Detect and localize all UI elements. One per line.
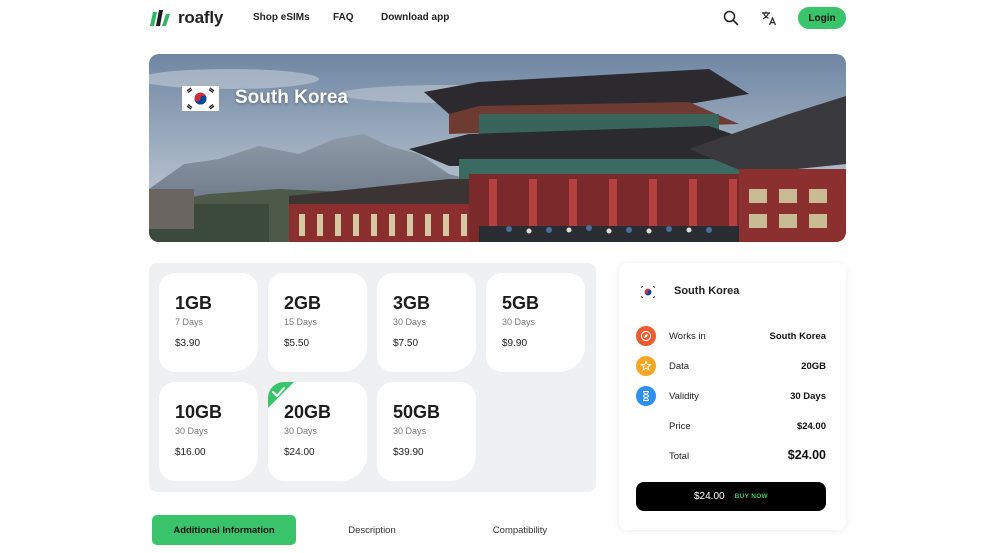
hero-country-title: South Korea bbox=[235, 87, 348, 108]
plan-price: $7.50 bbox=[393, 338, 419, 349]
plan-card-1gb[interactable]: 1GB 7 Days $3.90 bbox=[159, 273, 258, 372]
plan-validity: 30 Days bbox=[393, 317, 427, 327]
tab-additional-information[interactable]: Additional Information bbox=[152, 515, 296, 545]
tab-description[interactable]: Description bbox=[300, 515, 444, 545]
summary-value: 30 Days bbox=[790, 391, 826, 402]
summary-value: $24.00 bbox=[796, 421, 826, 432]
buy-now-button[interactable]: $24.00 BUY NOW bbox=[636, 482, 826, 511]
plan-data: 1GB bbox=[175, 293, 213, 313]
logo-mark-icon bbox=[150, 10, 172, 26]
plan-validity: 30 Days bbox=[502, 317, 536, 327]
brand-logo[interactable]: roafly bbox=[150, 8, 223, 28]
nav-download-app[interactable]: Download app bbox=[381, 12, 449, 23]
hero-banner: South Korea bbox=[149, 54, 846, 242]
plan-price: $3.90 bbox=[175, 338, 201, 349]
nav-faq[interactable]: FAQ bbox=[333, 12, 354, 23]
translate-icon[interactable] bbox=[759, 8, 779, 28]
plan-data: 20GB bbox=[284, 402, 332, 422]
summary-value: 20GB bbox=[801, 361, 826, 372]
plan-card-20gb-selected[interactable]: 20GB 30 Days $24.00 bbox=[268, 382, 367, 481]
plan-validity: 15 Days bbox=[284, 317, 318, 327]
summary-country: South Korea bbox=[674, 285, 740, 297]
summary-row-price: Price $24.00 bbox=[619, 416, 846, 438]
plan-price: $9.90 bbox=[502, 338, 528, 349]
nav-shop-esims[interactable]: Shop eSIMs bbox=[253, 12, 310, 23]
summary-row-data: Data 20GB bbox=[619, 356, 846, 378]
plan-data: 10GB bbox=[175, 402, 223, 422]
brand-name: roafly bbox=[178, 8, 224, 27]
hero-flag-south-korea-icon bbox=[182, 86, 219, 111]
summary-label: Data bbox=[669, 361, 690, 372]
plan-card-5gb[interactable]: 5GB 30 Days $9.90 bbox=[486, 273, 585, 372]
plan-validity: 30 Days bbox=[284, 426, 318, 436]
hourglass-icon bbox=[636, 386, 656, 406]
plans-panel: 1GB 7 Days $3.90 2GB 15 Days $5.50 3GB 3… bbox=[149, 263, 596, 492]
summary-value: South Korea bbox=[769, 331, 826, 342]
plan-card-10gb[interactable]: 10GB 30 Days $16.00 bbox=[159, 382, 258, 481]
plan-data: 3GB bbox=[393, 293, 431, 313]
top-header: roafly Shop eSIMs FAQ Download app Login bbox=[0, 0, 1000, 36]
summary-label: Works in bbox=[669, 331, 706, 342]
plan-card-2gb[interactable]: 2GB 15 Days $5.50 bbox=[268, 273, 367, 372]
summary-label: Validity bbox=[669, 391, 699, 402]
plan-price: $24.00 bbox=[284, 447, 315, 458]
plan-price: $16.00 bbox=[175, 447, 206, 458]
summary-label: Total bbox=[669, 451, 690, 462]
summary-row-validity: Validity 30 Days bbox=[619, 386, 846, 408]
summary-row-total: Total $24.00 bbox=[619, 446, 846, 468]
summary-row-works-in: Works in South Korea bbox=[619, 326, 846, 348]
plan-data: 2GB bbox=[284, 293, 322, 313]
summary-total-value: $24.00 bbox=[787, 448, 826, 462]
compass-icon bbox=[636, 326, 656, 346]
summary-label: Price bbox=[669, 421, 691, 432]
plan-data: 50GB bbox=[393, 402, 441, 422]
search-icon[interactable] bbox=[721, 8, 741, 28]
south-korea-flag-icon bbox=[639, 285, 657, 299]
plan-card-50gb[interactable]: 50GB 30 Days $39.90 bbox=[377, 382, 476, 481]
star-icon bbox=[636, 356, 656, 376]
buy-now-label: BUY NOW bbox=[734, 493, 768, 500]
plan-validity: 30 Days bbox=[175, 426, 209, 436]
plan-data: 5GB bbox=[502, 293, 540, 313]
hero-image bbox=[149, 54, 846, 242]
order-summary-panel: South Korea Works in South Korea Data 20… bbox=[619, 263, 846, 530]
plan-validity: 30 Days bbox=[393, 426, 427, 436]
login-button[interactable]: Login bbox=[798, 7, 846, 29]
plan-validity: 7 Days bbox=[175, 317, 204, 327]
buy-amount: $24.00 bbox=[694, 491, 725, 502]
tab-compatibility[interactable]: Compatibility bbox=[448, 515, 592, 545]
plan-card-3gb[interactable]: 3GB 30 Days $7.50 bbox=[377, 273, 476, 372]
plan-price: $39.90 bbox=[393, 447, 424, 458]
plan-price: $5.50 bbox=[284, 338, 310, 349]
